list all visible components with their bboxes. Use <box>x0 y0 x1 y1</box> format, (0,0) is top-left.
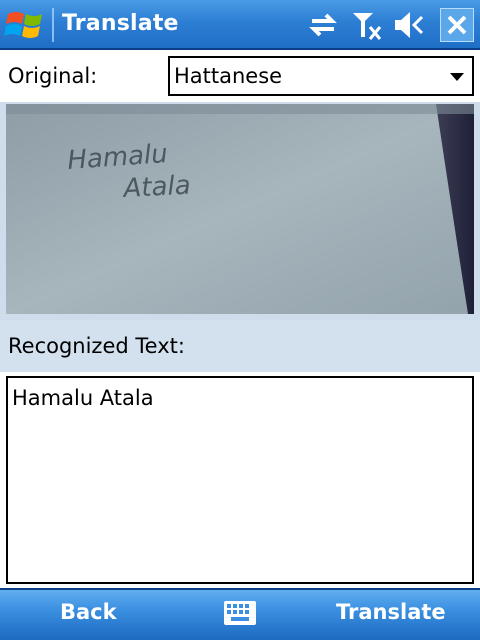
translate-button[interactable]: Translate <box>336 600 446 624</box>
start-windows-flag-icon[interactable] <box>4 6 50 44</box>
paper-photo: Hamalu Atala <box>6 104 474 314</box>
back-button[interactable]: Back <box>60 600 117 624</box>
connectivity-arrows-icon[interactable] <box>306 9 340 41</box>
preview-frame: Hamalu Atala <box>0 102 480 320</box>
close-button[interactable] <box>440 8 474 42</box>
recognized-text-value: Hamalu Atala <box>12 386 154 410</box>
recognized-text-label: Recognized Text: <box>8 334 185 358</box>
chevron-down-icon <box>450 73 464 81</box>
language-dropdown-value: Hattanese <box>174 64 283 88</box>
language-row: Original: Hattanese <box>0 50 480 102</box>
menu-bar: Back Translate <box>0 588 480 640</box>
speaker-icon[interactable] <box>392 9 426 41</box>
page-title: Translate <box>62 11 179 36</box>
keyboard-icon[interactable] <box>223 599 257 627</box>
recognized-label-bar: Recognized Text: <box>0 320 480 372</box>
camera-preview[interactable]: Hamalu Atala <box>6 104 474 314</box>
handwriting-line-2: Atala <box>121 171 192 205</box>
title-bar: Translate <box>0 0 480 50</box>
original-label: Original: <box>8 64 98 88</box>
recognized-text-field[interactable]: Hamalu Atala <box>6 376 474 584</box>
no-signal-icon[interactable] <box>350 9 384 41</box>
title-separator <box>52 8 54 42</box>
close-icon <box>447 15 467 35</box>
language-dropdown[interactable]: Hattanese <box>168 56 474 96</box>
